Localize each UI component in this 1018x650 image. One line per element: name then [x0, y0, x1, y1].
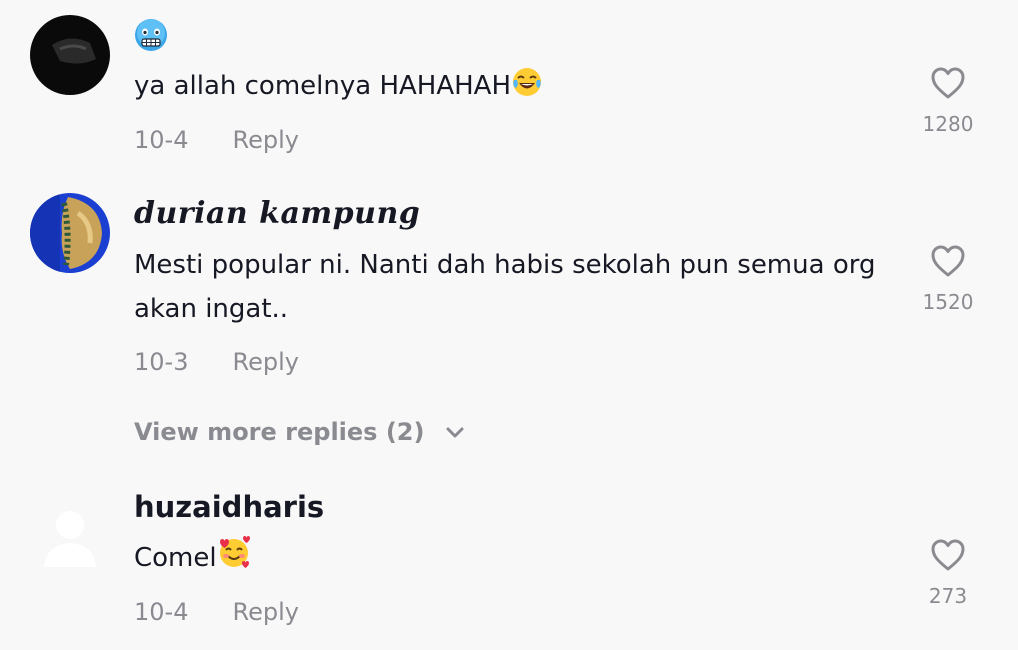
heart-icon[interactable]: [930, 66, 966, 100]
like-count: 273: [928, 584, 968, 608]
avatar[interactable]: [30, 193, 110, 273]
comment-date: 10-4: [134, 126, 189, 154]
avatar[interactable]: [30, 15, 110, 95]
comment-text: Comel: [134, 536, 894, 584]
comment-date: 10-4: [134, 598, 189, 626]
smiling-face-with-hearts-emoji-icon: [217, 536, 251, 584]
cold-face-emoji-icon: [134, 18, 168, 52]
like-section: 1520: [908, 244, 988, 314]
reply-button[interactable]: Reply: [232, 348, 298, 376]
comment-meta: 10-3 Reply: [134, 348, 299, 376]
comment-meta: 10-4 Reply: [134, 126, 299, 154]
comment-meta: 10-4 Reply: [134, 598, 299, 626]
tears-of-joy-emoji-icon: [511, 66, 543, 112]
avatar[interactable]: [30, 497, 110, 577]
comment-text-content: Comel: [134, 543, 217, 573]
like-section: 273: [908, 538, 988, 608]
comment-text: Mesti popular ni. Nanti dah habis sekola…: [134, 250, 876, 324]
view-more-replies-label: View more replies (2): [134, 418, 425, 446]
like-section: 1280: [908, 66, 988, 136]
comment-text-content: ya allah comelnya HAHAHAH: [134, 71, 512, 101]
reply-button[interactable]: Reply: [232, 598, 298, 626]
view-more-replies-button[interactable]: View more replies (2): [134, 418, 465, 446]
username[interactable]: huzaidharis: [134, 490, 324, 524]
comment-text: ya allah comelnya HAHAHAH: [134, 64, 894, 112]
heart-icon[interactable]: [930, 538, 966, 572]
like-count: 1520: [922, 290, 974, 314]
username[interactable]: durian kampung: [134, 196, 420, 231]
reply-button[interactable]: Reply: [232, 126, 298, 154]
like-count: 1280: [922, 112, 974, 136]
comment-date: 10-3: [134, 348, 189, 376]
chevron-down-icon: [446, 427, 464, 438]
heart-icon[interactable]: [930, 244, 966, 278]
